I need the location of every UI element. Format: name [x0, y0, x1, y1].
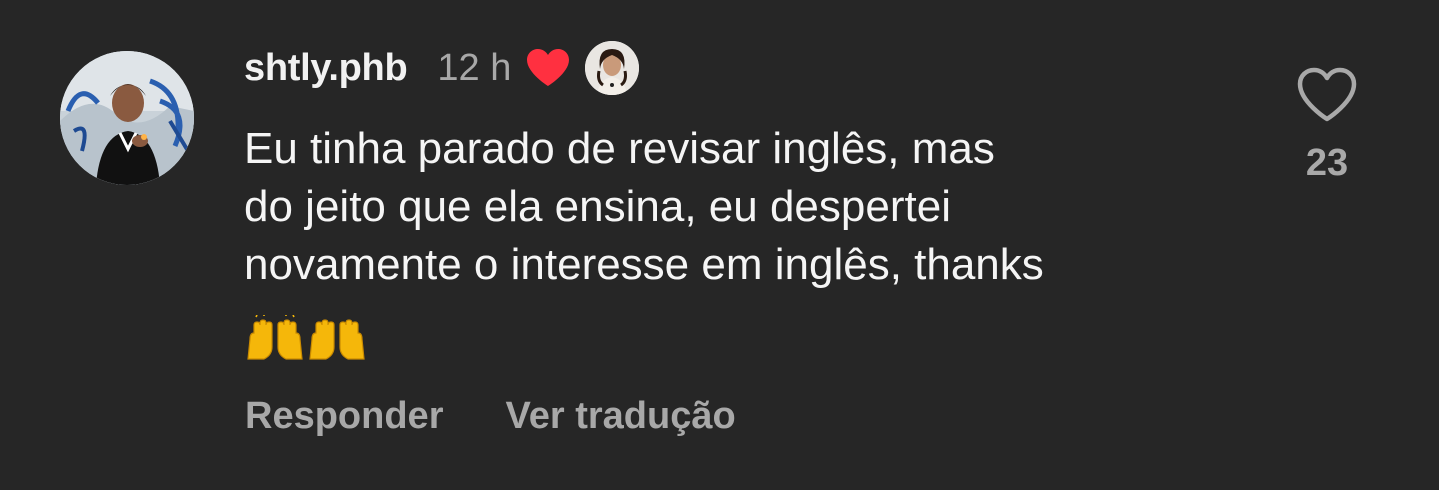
raising-hands-emoji	[247, 315, 303, 360]
like-column: 23	[1290, 66, 1364, 185]
comment-item: shtly.phb 12 h Eu tinha parado de revisa…	[0, 0, 1439, 490]
creator-avatar-image	[585, 41, 640, 95]
heart-outline-icon[interactable]	[1295, 66, 1359, 124]
like-count: 23	[1305, 142, 1349, 184]
translate-button[interactable]: Ver tradução	[505, 395, 735, 438]
avatar-image	[60, 51, 194, 185]
raising-hands-emoji	[309, 319, 365, 360]
comment-actions: Responder Ver tradução	[245, 390, 736, 442]
timestamp: 12 h	[437, 46, 512, 89]
reply-button[interactable]: Responder	[245, 395, 443, 438]
comment-text-line: novamente o interesse em inglês, thanks	[244, 240, 1044, 289]
username[interactable]: shtly.phb	[244, 47, 408, 90]
comment-text-line: do jeito que ela ensina, eu despertei	[244, 182, 951, 231]
comment-header: shtly.phb 12 h	[244, 41, 640, 95]
creator-avatar	[585, 41, 640, 95]
heart-filled-icon	[527, 49, 570, 86]
comment-emojis	[244, 314, 368, 362]
comment-text-line: Eu tinha parado de revisar inglês, mas	[244, 124, 995, 173]
avatar[interactable]	[60, 51, 194, 185]
comment-text: Eu tinha parado de revisar inglês, mas d…	[244, 120, 1244, 294]
